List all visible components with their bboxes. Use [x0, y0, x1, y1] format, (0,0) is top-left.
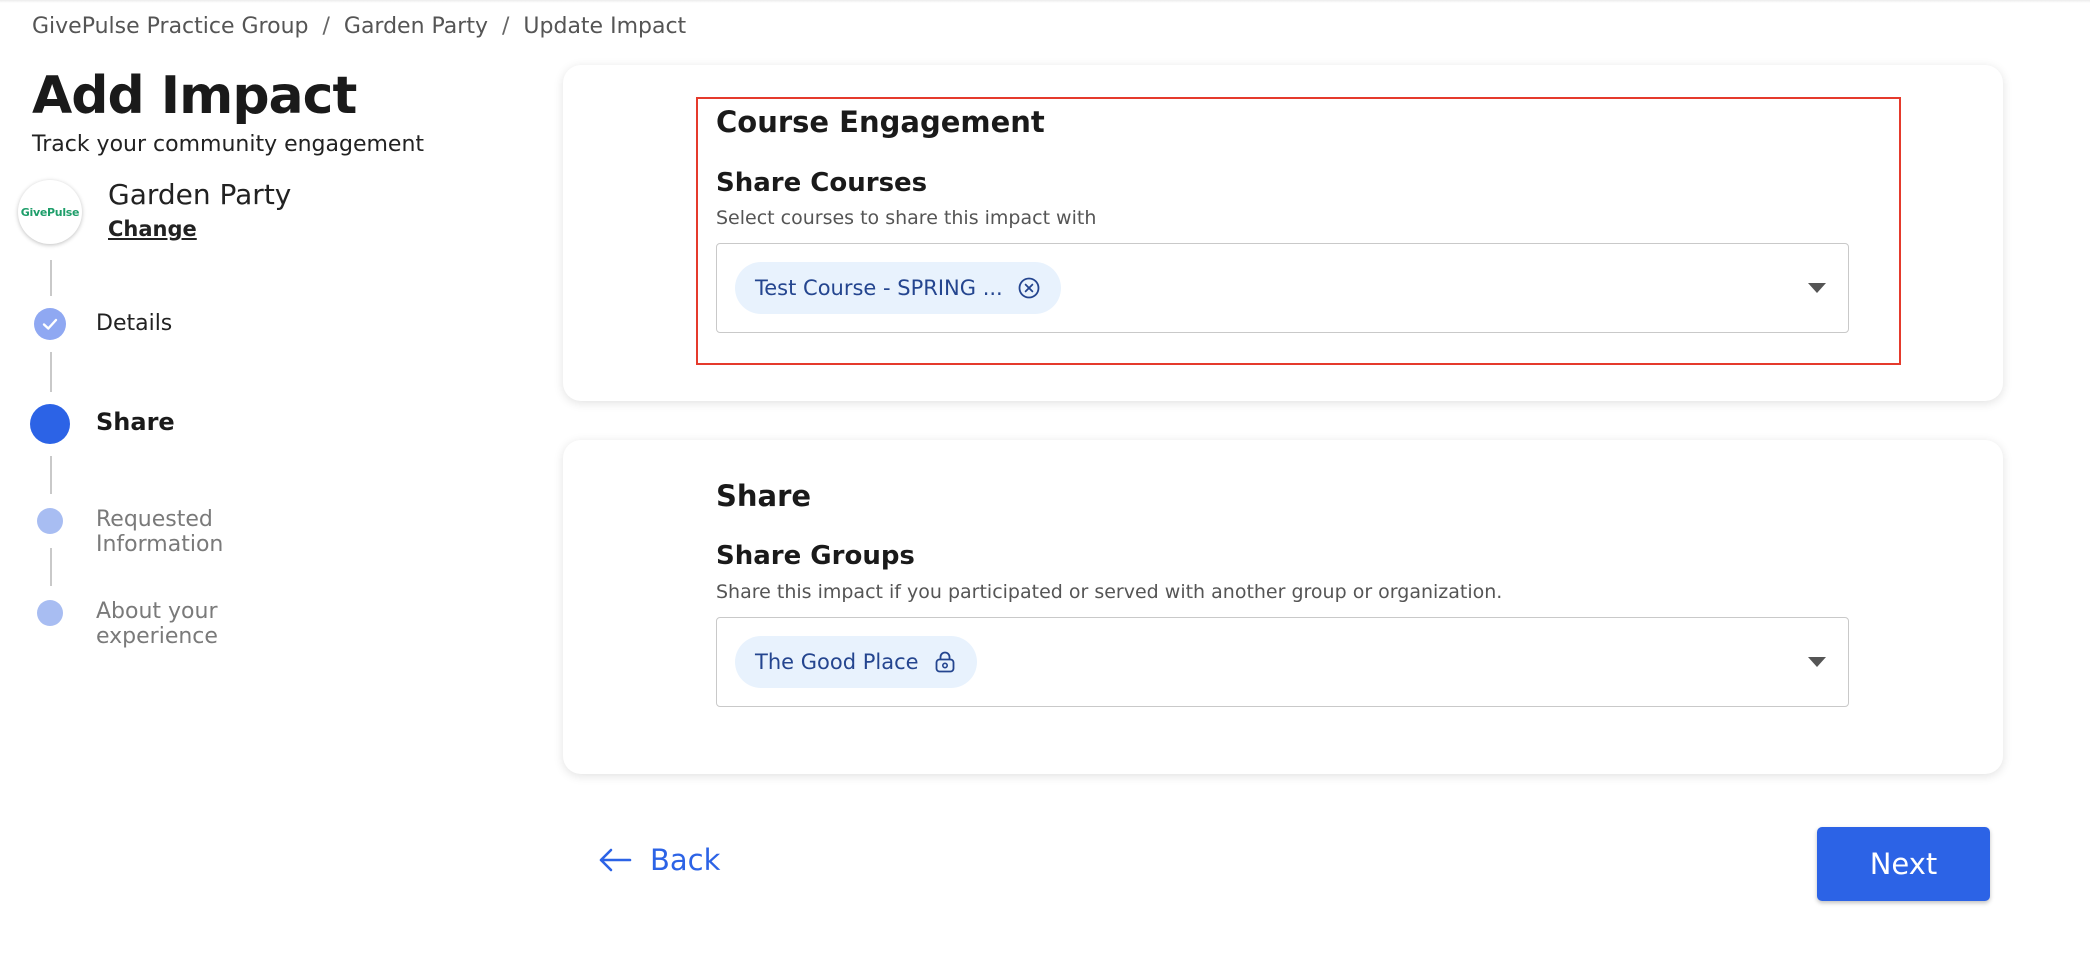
group-chip-label: The Good Place: [755, 650, 919, 674]
course-chip-label: Test Course - SPRING ...: [755, 276, 1003, 300]
organization-logo: GivePulse: [18, 180, 82, 244]
change-organization-link[interactable]: Change: [108, 217, 197, 241]
page-subtitle: Track your community engagement: [32, 132, 425, 157]
chevron-down-icon: [1808, 657, 1826, 667]
breadcrumb-separator: /: [501, 14, 510, 39]
breadcrumb-item-event[interactable]: Garden Party: [344, 14, 488, 39]
close-circle-icon[interactable]: [1017, 276, 1041, 300]
stepper-connector: [50, 352, 52, 392]
stepper-connector: [50, 260, 52, 296]
step-requested-information[interactable]: Requested Information: [96, 507, 223, 557]
breadcrumb-item-current: Update Impact: [523, 14, 687, 39]
breadcrumb: GivePulse Practice Group / Garden Party …: [32, 14, 686, 39]
step-active-icon: [30, 404, 70, 444]
step-about-your-experience[interactable]: About your experience: [96, 599, 218, 649]
share-groups-help: Share this impact if you participated or…: [716, 581, 1503, 603]
chevron-down-icon: [1808, 283, 1826, 293]
share-courses-help: Select courses to share this impact with: [716, 207, 1097, 229]
step-details[interactable]: Details: [96, 311, 172, 336]
step-share[interactable]: Share: [96, 408, 175, 436]
check-icon: [42, 318, 58, 330]
step-pending-icon: [37, 508, 63, 534]
group-chip: The Good Place: [735, 636, 977, 688]
back-button[interactable]: Back: [598, 843, 720, 877]
organization-logo-text: GivePulse: [20, 205, 80, 219]
next-button[interactable]: Next: [1817, 827, 1990, 901]
page-title: Add Impact: [32, 66, 357, 126]
lock-icon: [933, 650, 957, 674]
arrow-left-icon: [599, 848, 632, 872]
share-groups-select[interactable]: The Good Place: [716, 617, 1849, 707]
share-courses-label: Share Courses: [716, 168, 928, 198]
top-shadow: [0, 0, 2090, 3]
breadcrumb-separator: /: [322, 14, 330, 39]
share-groups-label: Share Groups: [716, 541, 915, 571]
step-pending-icon: [37, 600, 63, 626]
course-chip: Test Course - SPRING ...: [735, 262, 1061, 314]
back-button-label: Back: [650, 843, 721, 877]
share-courses-select[interactable]: Test Course - SPRING ...: [716, 243, 1849, 333]
course-engagement-title: Course Engagement: [716, 105, 1045, 139]
stepper-connector: [50, 456, 52, 494]
step-done-icon: [34, 308, 66, 340]
stepper-connector: [50, 548, 52, 586]
breadcrumb-item-group[interactable]: GivePulse Practice Group: [32, 14, 308, 39]
organization-name: Garden Party: [108, 178, 292, 211]
share-section-title: Share: [716, 479, 812, 513]
